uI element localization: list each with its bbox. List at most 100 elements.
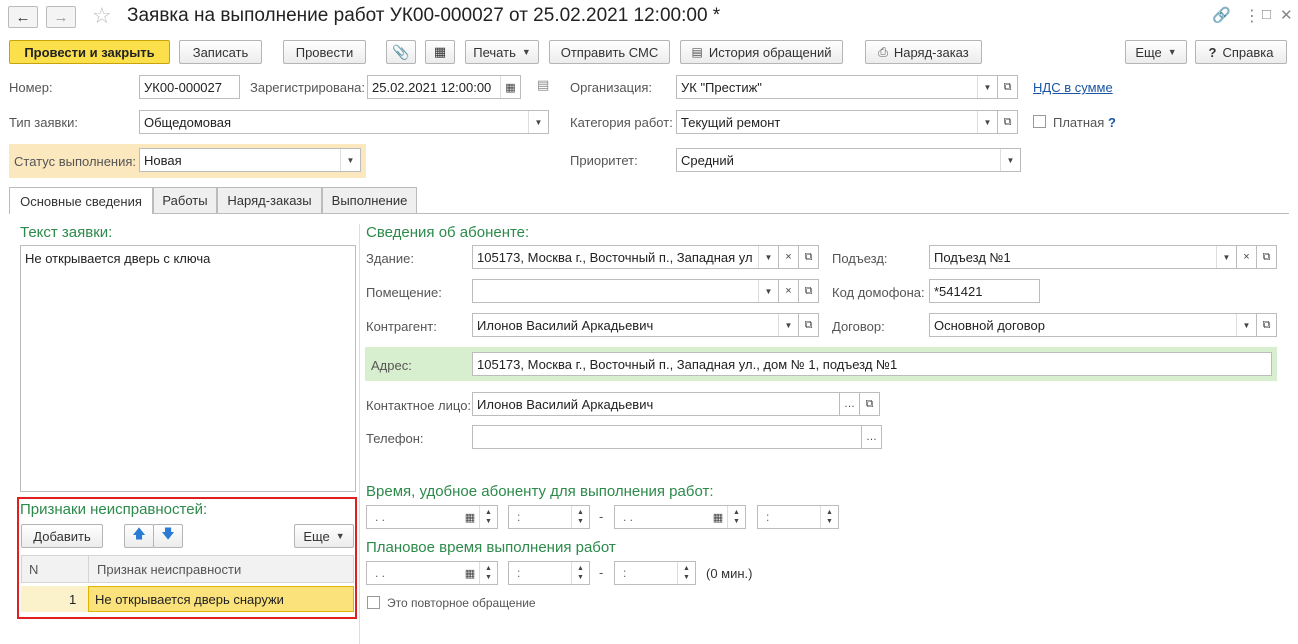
chevron-down-icon[interactable]: ▼ — [758, 246, 778, 268]
arrow-right-icon: → — [53, 8, 69, 26]
spinner-icon[interactable]: ▲ ▼ — [571, 506, 589, 528]
building-field[interactable]: 105173, Москва г., Восточный п., Западна… — [472, 245, 779, 269]
planned-date[interactable]: . . ▦ ▲ ▼ — [366, 561, 498, 585]
convenient-time-heading: Время, удобное абоненту для выполнения р… — [366, 483, 714, 500]
chevron-down-icon[interactable]: ▼ — [977, 111, 997, 133]
registered-date-field[interactable]: 25.02.2021 12:00:00 ▦ — [367, 75, 521, 99]
tab-works[interactable]: Работы — [153, 187, 217, 213]
chevron-down-icon[interactable]: ▼ — [977, 76, 997, 98]
spinner-icon[interactable]: ▲ ▼ — [571, 562, 589, 584]
priority-field[interactable]: Средний ▼ — [676, 148, 1021, 172]
contract-field[interactable]: Основной договор ▼ — [929, 313, 1257, 337]
convenient-from-date[interactable]: . . ▦ ▲ ▼ — [366, 505, 498, 529]
convenient-to-date[interactable]: . . ▦ ▲ ▼ — [614, 505, 746, 529]
registered-label: Зарегистрирована: — [250, 80, 365, 95]
chevron-down-icon[interactable]: ▼ — [778, 314, 798, 336]
room-clear-button[interactable]: × — [779, 279, 799, 303]
comment-icon[interactable]: ▤ — [537, 77, 549, 93]
work-category-open-button[interactable]: ⧉ — [998, 110, 1018, 134]
add-fault-button[interactable]: Добавить — [21, 524, 103, 548]
contact-open-button[interactable]: ⧉ — [860, 392, 880, 416]
building-open-button[interactable]: ⧉ — [799, 245, 819, 269]
phone-select-button[interactable]: … — [862, 425, 882, 449]
calendar-icon[interactable]: ▦ — [500, 76, 520, 98]
planned-to-time[interactable]: : ▲ ▼ — [614, 561, 696, 585]
tab-work-orders[interactable]: Наряд-заказы — [217, 187, 322, 213]
tab-execution[interactable]: Выполнение — [322, 187, 417, 213]
entrance-clear-button[interactable]: × — [1237, 245, 1257, 269]
spinner-icon[interactable]: ▲ ▼ — [727, 506, 745, 528]
address-field[interactable]: 105173, Москва г., Восточный п., Западна… — [472, 352, 1272, 376]
spinner-icon[interactable]: ▲ ▼ — [479, 562, 497, 584]
paid-help-icon[interactable]: ? — [1108, 115, 1116, 130]
calendar-icon[interactable]: ▦ — [709, 511, 727, 524]
save-button[interactable]: Записать — [179, 40, 262, 64]
number-field[interactable]: УК00-000027 — [139, 75, 240, 99]
repeat-request-label: Это повторное обращение — [387, 596, 536, 610]
chevron-down-icon[interactable]: ▼ — [1236, 314, 1256, 336]
chevron-down-icon[interactable]: ▼ — [528, 111, 548, 133]
tab-main-info[interactable]: Основные сведения — [9, 187, 153, 214]
organization-open-button[interactable]: ⧉ — [998, 75, 1018, 99]
request-type-field[interactable]: Общедомовая ▼ — [139, 110, 549, 134]
history-button[interactable]: ▤ История обращений — [680, 40, 843, 64]
move-down-button[interactable]: 🡇 — [153, 524, 183, 548]
maximize-icon[interactable]: □ — [1262, 6, 1271, 23]
room-open-button[interactable]: ⧉ — [799, 279, 819, 303]
chevron-down-icon[interactable]: ▼ — [1000, 149, 1020, 171]
intercom-field[interactable]: *541421 — [929, 279, 1040, 303]
entrance-open-button[interactable]: ⧉ — [1257, 245, 1277, 269]
work-category-field[interactable]: Текущий ремонт ▼ — [676, 110, 998, 134]
table-row[interactable]: 1 Не открывается дверь снаружи — [21, 586, 354, 612]
spinner-icon[interactable]: ▲ ▼ — [820, 506, 838, 528]
paid-checkbox[interactable] — [1033, 115, 1046, 128]
more-button[interactable]: Еще ▼ — [1125, 40, 1187, 64]
post-and-close-button[interactable]: Провести и закрыть — [9, 40, 170, 64]
intercom-label: Код домофона: — [832, 285, 925, 300]
spinner-icon[interactable]: ▲ ▼ — [677, 562, 695, 584]
contract-label: Договор: — [832, 319, 885, 334]
contact-select-button[interactable]: … — [840, 392, 860, 416]
calendar-icon[interactable]: ▦ — [461, 511, 479, 524]
convenient-from-time[interactable]: : ▲ ▼ — [508, 505, 590, 529]
work-order-button[interactable]: ⎙ Наряд-заказ — [865, 40, 982, 64]
move-up-button[interactable]: 🡅 — [124, 524, 154, 548]
phone-field[interactable] — [472, 425, 862, 449]
contractor-open-button[interactable]: ⧉ — [799, 313, 819, 337]
print-button[interactable]: Печать ▼ — [465, 40, 539, 64]
favorite-star-icon[interactable]: ☆ — [92, 3, 112, 29]
link-icon[interactable]: 🔗 — [1212, 6, 1231, 24]
faults-more-button[interactable]: Еще ▼ — [294, 524, 354, 548]
back-button[interactable]: ← — [8, 6, 38, 28]
planned-from-time[interactable]: : ▲ ▼ — [508, 561, 590, 585]
chevron-down-icon[interactable]: ▼ — [1216, 246, 1236, 268]
chevron-down-icon[interactable]: ▼ — [340, 149, 360, 171]
structure-button[interactable]: ▦ — [425, 40, 455, 64]
contact-person-field[interactable]: Илонов Василий Аркадьевич — [472, 392, 840, 416]
repeat-request-checkbox[interactable] — [367, 596, 380, 609]
post-button[interactable]: Провести — [283, 40, 366, 64]
number-label: Номер: — [9, 80, 53, 95]
help-button[interactable]: ? Справка — [1195, 40, 1287, 64]
room-field[interactable]: ▼ — [472, 279, 779, 303]
contractor-field[interactable]: Илонов Василий Аркадьевич ▼ — [472, 313, 799, 337]
building-clear-button[interactable]: × — [779, 245, 799, 269]
entrance-field[interactable]: Подъезд №1 ▼ — [929, 245, 1237, 269]
row-fault-cell[interactable]: Не открывается дверь снаружи — [88, 586, 354, 612]
attach-button[interactable]: 📎 — [386, 40, 416, 64]
forward-button[interactable]: → — [46, 6, 76, 28]
open-icon: ⧉ — [1003, 115, 1012, 128]
contract-open-button[interactable]: ⧉ — [1257, 313, 1277, 337]
request-text-area[interactable]: Не открывается дверь с ключа — [20, 245, 356, 492]
organization-field[interactable]: УК "Престиж" ▼ — [676, 75, 998, 99]
more-menu-icon[interactable]: ⋮ — [1244, 6, 1260, 26]
convenient-to-time[interactable]: : ▲ ▼ — [757, 505, 839, 529]
organization-label: Организация: — [570, 80, 653, 95]
spinner-icon[interactable]: ▲ ▼ — [479, 506, 497, 528]
close-icon[interactable]: ✕ — [1280, 6, 1293, 24]
vat-link[interactable]: НДС в сумме — [1033, 80, 1113, 95]
status-field[interactable]: Новая ▼ — [139, 148, 361, 172]
chevron-down-icon[interactable]: ▼ — [758, 280, 778, 302]
send-sms-button[interactable]: Отправить СМС — [549, 40, 670, 64]
calendar-icon[interactable]: ▦ — [461, 567, 479, 580]
